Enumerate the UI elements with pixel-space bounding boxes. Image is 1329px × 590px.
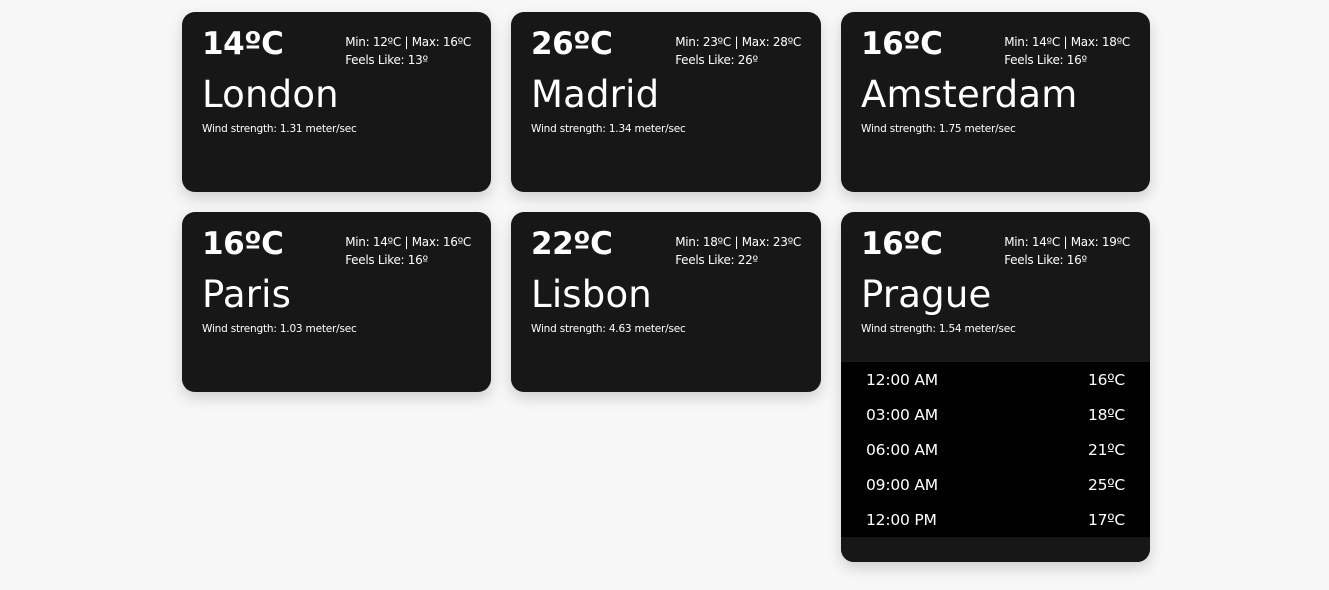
current-temperature: 16ºC bbox=[202, 226, 284, 262]
weather-card-amsterdam[interactable]: 16ºC Min: 14ºC | Max: 18ºC Feels Like: 1… bbox=[841, 12, 1150, 192]
weather-card-prague[interactable]: 16ºC Min: 14ºC | Max: 19ºC Feels Like: 1… bbox=[841, 212, 1150, 562]
temperature-details: Min: 14ºC | Max: 19ºC Feels Like: 16º bbox=[1004, 233, 1130, 269]
weather-card-lisbon[interactable]: 22ºC Min: 18ºC | Max: 23ºC Feels Like: 2… bbox=[511, 212, 821, 392]
card-summary: 16ºC Min: 14ºC | Max: 19ºC Feels Like: 1… bbox=[841, 212, 1150, 362]
wind-strength: Wind strength: 4.63 meter/sec bbox=[531, 323, 686, 335]
wind-strength: Wind strength: 1.34 meter/sec bbox=[531, 123, 686, 135]
feels-like-temperature: Feels Like: 13º bbox=[345, 53, 428, 67]
feels-like-temperature: Feels Like: 16º bbox=[345, 253, 428, 267]
min-max-temperature: Min: 14ºC | Max: 19ºC bbox=[1004, 235, 1130, 249]
card-summary: 26ºC Min: 23ºC | Max: 28ºC Feels Like: 2… bbox=[511, 12, 821, 192]
hourly-forecast-list: 12:00 AM 16ºC 03:00 AM 18ºC 06:00 AM 21º… bbox=[841, 362, 1150, 537]
wind-strength: Wind strength: 1.31 meter/sec bbox=[202, 123, 357, 135]
forecast-time: 12:00 AM bbox=[866, 370, 938, 389]
city-name: Amsterdam bbox=[861, 73, 1078, 116]
current-temperature: 16ºC bbox=[861, 26, 943, 62]
feels-like-temperature: Feels Like: 26º bbox=[675, 53, 758, 67]
min-max-temperature: Min: 14ºC | Max: 16ºC bbox=[345, 235, 471, 249]
weather-card-london[interactable]: 14ºC Min: 12ºC | Max: 16ºC Feels Like: 1… bbox=[182, 12, 491, 192]
forecast-temperature: 17ºC bbox=[1087, 510, 1125, 529]
feels-like-temperature: Feels Like: 22º bbox=[675, 253, 758, 267]
forecast-row: 12:00 AM 16ºC bbox=[841, 362, 1150, 397]
forecast-time: 03:00 AM bbox=[866, 405, 938, 424]
current-temperature: 22ºC bbox=[531, 226, 613, 262]
min-max-temperature: Min: 12ºC | Max: 16ºC bbox=[345, 35, 471, 49]
feels-like-temperature: Feels Like: 16º bbox=[1004, 53, 1087, 67]
forecast-row: 12:00 PM 17ºC bbox=[841, 502, 1150, 537]
forecast-temperature: 16ºC bbox=[1087, 370, 1125, 389]
city-name: Madrid bbox=[531, 73, 660, 116]
card-summary: 14ºC Min: 12ºC | Max: 16ºC Feels Like: 1… bbox=[182, 12, 491, 192]
forecast-temperature: 18ºC bbox=[1087, 405, 1125, 424]
forecast-time: 06:00 AM bbox=[866, 440, 938, 459]
temperature-details: Min: 14ºC | Max: 16ºC Feels Like: 16º bbox=[345, 233, 471, 269]
temperature-details: Min: 12ºC | Max: 16ºC Feels Like: 13º bbox=[345, 33, 471, 69]
card-summary: 16ºC Min: 14ºC | Max: 16ºC Feels Like: 1… bbox=[182, 212, 491, 392]
min-max-temperature: Min: 18ºC | Max: 23ºC bbox=[675, 235, 801, 249]
temperature-details: Min: 14ºC | Max: 18ºC Feels Like: 16º bbox=[1004, 33, 1130, 69]
temperature-details: Min: 18ºC | Max: 23ºC Feels Like: 22º bbox=[675, 233, 801, 269]
city-name: Paris bbox=[202, 273, 292, 316]
wind-strength: Wind strength: 1.75 meter/sec bbox=[861, 123, 1016, 135]
forecast-temperature: 21ºC bbox=[1087, 440, 1125, 459]
card-summary: 22ºC Min: 18ºC | Max: 23ºC Feels Like: 2… bbox=[511, 212, 821, 392]
current-temperature: 16ºC bbox=[861, 226, 943, 262]
city-name: Prague bbox=[861, 273, 992, 316]
wind-strength: Wind strength: 1.03 meter/sec bbox=[202, 323, 357, 335]
forecast-time: 12:00 PM bbox=[866, 510, 937, 529]
feels-like-temperature: Feels Like: 16º bbox=[1004, 253, 1087, 267]
city-name: London bbox=[202, 73, 339, 116]
min-max-temperature: Min: 14ºC | Max: 18ºC bbox=[1004, 35, 1130, 49]
weather-card-madrid[interactable]: 26ºC Min: 23ºC | Max: 28ºC Feels Like: 2… bbox=[511, 12, 821, 192]
forecast-row: 03:00 AM 18ºC bbox=[841, 397, 1150, 432]
forecast-time: 09:00 AM bbox=[866, 475, 938, 494]
min-max-temperature: Min: 23ºC | Max: 28ºC bbox=[675, 35, 801, 49]
temperature-details: Min: 23ºC | Max: 28ºC Feels Like: 26º bbox=[675, 33, 801, 69]
weather-card-paris[interactable]: 16ºC Min: 14ºC | Max: 16ºC Feels Like: 1… bbox=[182, 212, 491, 392]
weather-card-grid: 14ºC Min: 12ºC | Max: 16ºC Feels Like: 1… bbox=[182, 12, 1150, 562]
current-temperature: 14ºC bbox=[202, 26, 284, 62]
card-footer bbox=[841, 537, 1150, 562]
forecast-row: 06:00 AM 21ºC bbox=[841, 432, 1150, 467]
city-name: Lisbon bbox=[531, 273, 652, 316]
forecast-temperature: 25ºC bbox=[1087, 475, 1125, 494]
wind-strength: Wind strength: 1.54 meter/sec bbox=[861, 323, 1016, 335]
card-summary: 16ºC Min: 14ºC | Max: 18ºC Feels Like: 1… bbox=[841, 12, 1150, 192]
forecast-row: 09:00 AM 25ºC bbox=[841, 467, 1150, 502]
current-temperature: 26ºC bbox=[531, 26, 613, 62]
